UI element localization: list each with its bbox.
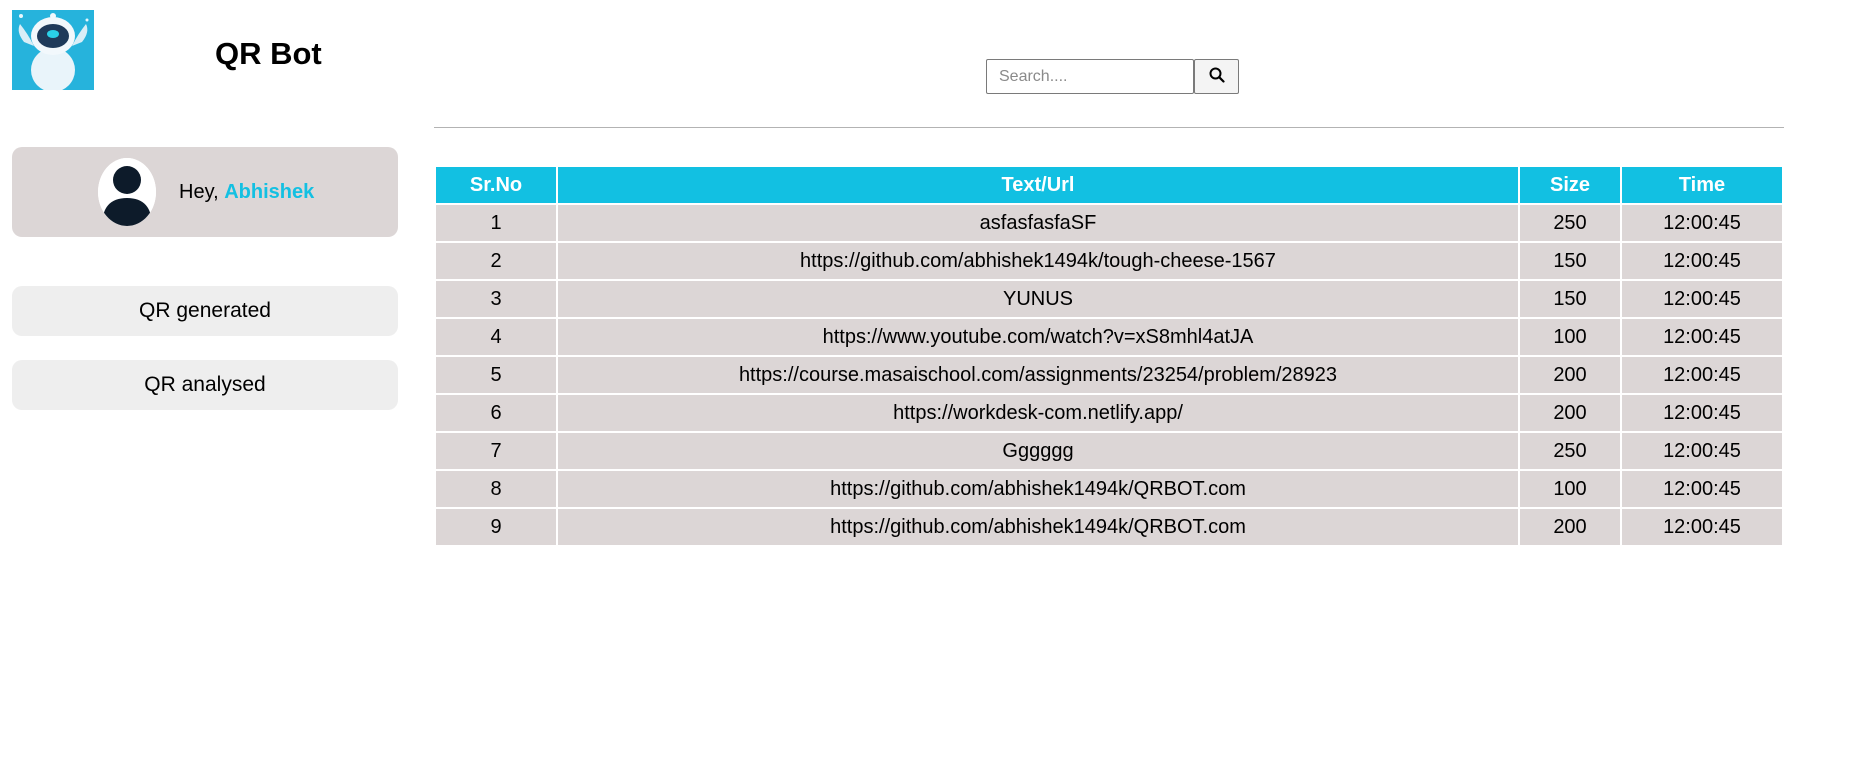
cell-size: 150 [1520,281,1620,317]
greeting-text: Hey, Abhishek [179,180,314,204]
cell-time: 12:00:45 [1622,205,1782,241]
table-row: 4 https://www.youtube.com/watch?v=xS8mhl… [436,319,1782,355]
cell-sr-no: 9 [436,509,556,545]
cell-text-url: YUNUS [558,281,1518,317]
cell-time: 12:00:45 [1622,509,1782,545]
cell-sr-no: 2 [436,243,556,279]
greeting-label: Hey, [179,181,219,203]
cell-size: 200 [1520,509,1620,545]
cell-sr-no: 4 [436,319,556,355]
qr-generated-button[interactable]: QR generated [12,286,398,336]
table-header-row: Sr.No Text/Url Size Time [436,167,1782,203]
cell-size: 100 [1520,471,1620,507]
cell-text-url: https://github.com/abhishek1494k/QRBOT.c… [558,509,1518,545]
column-header-time: Time [1622,167,1782,203]
table-row: 7 Gggggg 250 12:00:45 [436,433,1782,469]
app-title: QR Bot [215,36,322,71]
profile-card: Hey, Abhishek [12,147,398,237]
cell-sr-no: 5 [436,357,556,393]
cell-time: 12:00:45 [1622,357,1782,393]
cell-size: 250 [1520,433,1620,469]
cell-time: 12:00:45 [1622,281,1782,317]
table-row: 8 https://github.com/abhishek1494k/QRBOT… [436,471,1782,507]
cell-time: 12:00:45 [1622,433,1782,469]
cell-time: 12:00:45 [1622,243,1782,279]
table-row: 9 https://github.com/abhishek1494k/QRBOT… [436,509,1782,545]
search-icon [1209,67,1225,86]
table-row: 1 asfasfasfaSF 250 12:00:45 [436,205,1782,241]
table-row: 6 https://workdesk-com.netlify.app/ 200 … [436,395,1782,431]
cell-sr-no: 6 [436,395,556,431]
robot-logo-icon [12,10,94,90]
cell-text-url: https://course.masaischool.com/assignmen… [558,357,1518,393]
cell-text-url: https://www.youtube.com/watch?v=xS8mhl4a… [558,319,1518,355]
search-input[interactable] [986,59,1194,94]
header-divider [434,127,1784,128]
cell-size: 150 [1520,243,1620,279]
table-row: 2 https://github.com/abhishek1494k/tough… [436,243,1782,279]
cell-time: 12:00:45 [1622,395,1782,431]
column-header-text-url: Text/Url [558,167,1518,203]
cell-text-url: asfasfasfaSF [558,205,1518,241]
search-button[interactable] [1194,59,1239,94]
cell-size: 200 [1520,395,1620,431]
cell-text-url: Gggggg [558,433,1518,469]
qr-history-table: Sr.No Text/Url Size Time 1 asfasfasfaSF … [434,165,1784,547]
table-row: 3 YUNUS 150 12:00:45 [436,281,1782,317]
cell-sr-no: 1 [436,205,556,241]
cell-text-url: https://github.com/abhishek1494k/tough-c… [558,243,1518,279]
cell-sr-no: 3 [436,281,556,317]
cell-text-url: https://github.com/abhishek1494k/QRBOT.c… [558,471,1518,507]
cell-size: 250 [1520,205,1620,241]
cell-size: 200 [1520,357,1620,393]
column-header-sr-no: Sr.No [436,167,556,203]
cell-text-url: https://workdesk-com.netlify.app/ [558,395,1518,431]
cell-size: 100 [1520,319,1620,355]
user-avatar-icon [98,158,156,226]
user-name: Abhishek [224,181,315,203]
column-header-size: Size [1520,167,1620,203]
qr-analysed-button[interactable]: QR analysed [12,360,398,410]
cell-sr-no: 8 [436,471,556,507]
cell-time: 12:00:45 [1622,319,1782,355]
cell-time: 12:00:45 [1622,471,1782,507]
cell-sr-no: 7 [436,433,556,469]
table-row: 5 https://course.masaischool.com/assignm… [436,357,1782,393]
